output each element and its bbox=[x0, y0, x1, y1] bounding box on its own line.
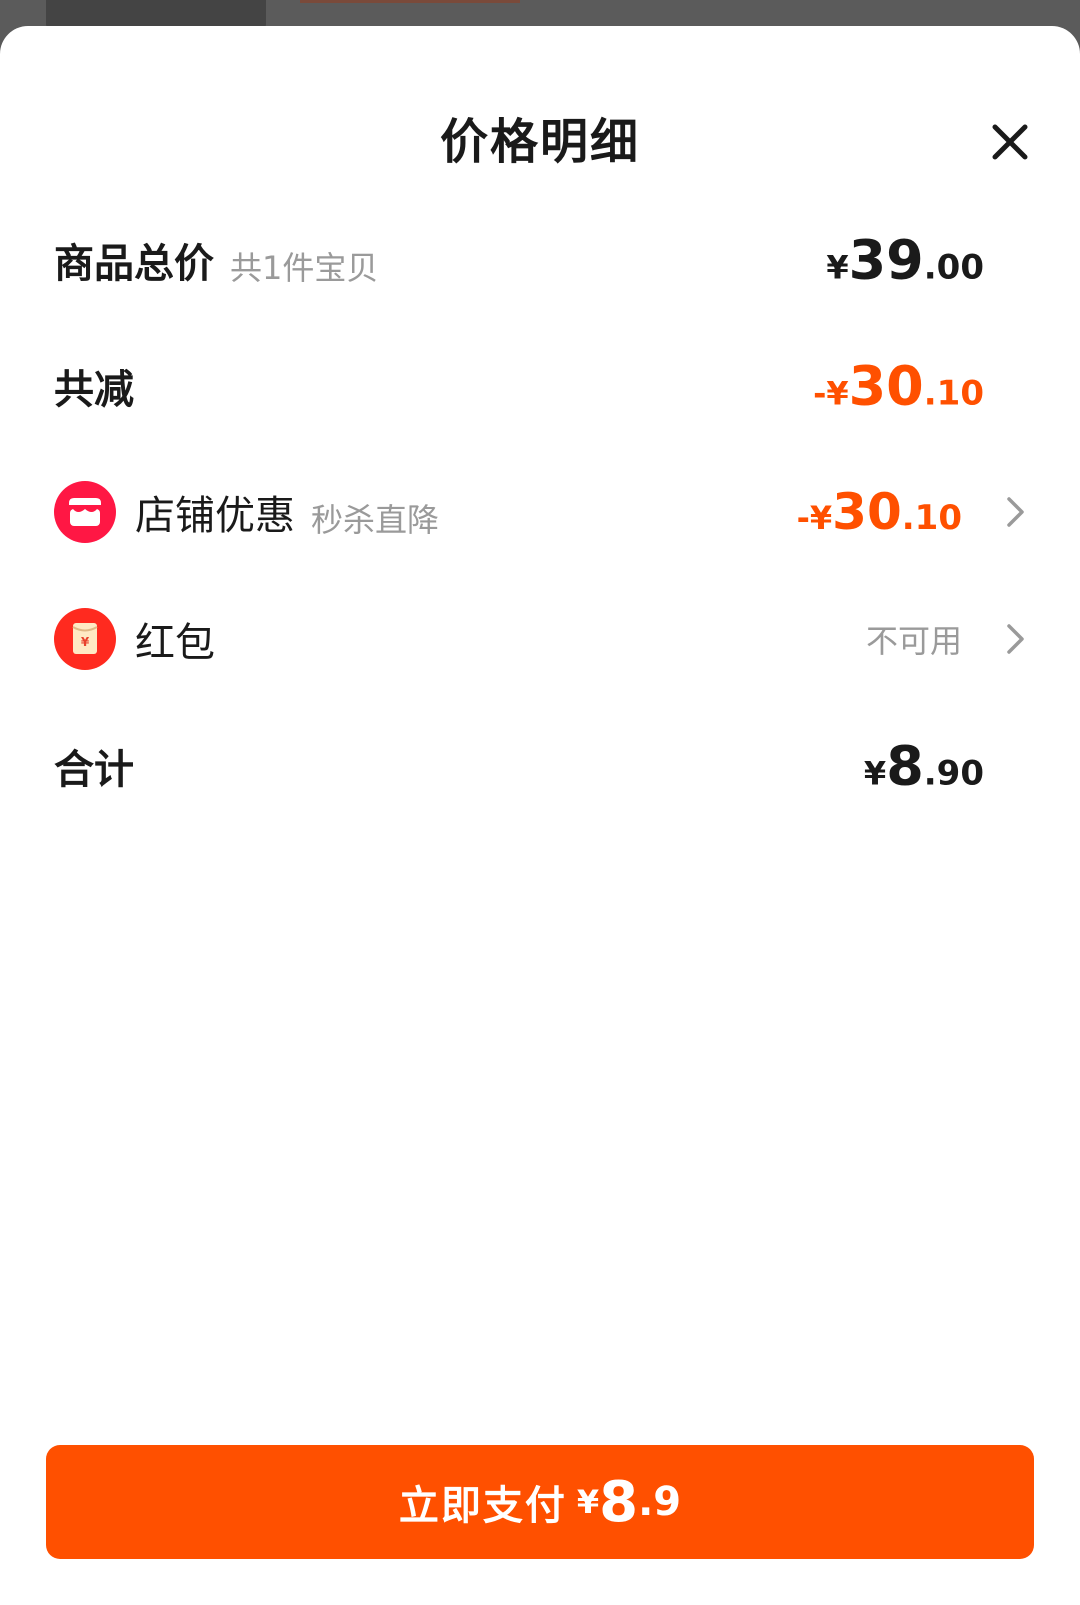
minus-sign: - bbox=[813, 374, 827, 413]
reduction-label: 共减 bbox=[54, 367, 134, 413]
red-packet-status: 不可用 bbox=[865, 622, 962, 660]
red-packet-label: 红包 bbox=[135, 620, 215, 666]
currency-symbol: ¥ bbox=[863, 754, 887, 793]
close-icon[interactable] bbox=[990, 122, 1030, 162]
row-sum: 合计 ¥8.90 bbox=[0, 726, 1080, 806]
price-decimal: .10 bbox=[923, 373, 984, 414]
goods-total-text: 商品总价 bbox=[54, 241, 214, 287]
currency-symbol: ¥ bbox=[826, 248, 849, 287]
shop-discount-sub: 秒杀直降 bbox=[311, 501, 440, 539]
red-packet-icon: ¥ bbox=[54, 608, 116, 670]
goods-total-label: 商品总价 共1件宝贝 bbox=[54, 231, 378, 289]
currency-symbol: ¥ bbox=[576, 1483, 600, 1521]
price-decimal: .10 bbox=[901, 498, 962, 538]
price-decimal: .90 bbox=[923, 753, 984, 794]
goods-count-text: 共1件宝贝 bbox=[230, 249, 379, 287]
shop-icon bbox=[54, 481, 116, 543]
background-accent bbox=[300, 0, 520, 3]
price-integer: 30 bbox=[832, 483, 902, 541]
shop-discount-price: -¥30.10 bbox=[797, 483, 962, 541]
currency-symbol: ¥ bbox=[809, 499, 833, 537]
shop-discount-text: 店铺优惠 bbox=[135, 493, 295, 539]
minus-sign: - bbox=[796, 499, 810, 537]
sheet-title: 价格明细 bbox=[439, 114, 640, 170]
price-integer: 30 bbox=[848, 354, 924, 418]
row-shop-discount[interactable]: 店铺优惠 秒杀直降 -¥30.10 bbox=[0, 472, 1080, 552]
row-total-reduction: 共减 -¥30.10 bbox=[0, 346, 1080, 426]
price-integer: 39 bbox=[848, 228, 924, 292]
row-red-packet[interactable]: ¥ 红包 不可用 bbox=[0, 599, 1080, 679]
goods-total-price: ¥39.00 bbox=[826, 229, 984, 292]
row-goods-total: 商品总价 共1件宝贝 ¥39.00 bbox=[0, 220, 1080, 300]
shop-discount-label: 店铺优惠 秒杀直降 bbox=[135, 483, 439, 541]
price-integer: 8 bbox=[886, 734, 924, 798]
currency-symbol: ¥ bbox=[826, 374, 849, 413]
pay-amount-decimal: .9 bbox=[638, 1479, 682, 1525]
reduction-price: -¥30.10 bbox=[813, 355, 984, 418]
pay-now-button[interactable]: 立即支付 ¥8.9 bbox=[46, 1445, 1034, 1559]
price-detail-sheet: 价格明细 商品总价 共1件宝贝 ¥39.00 共减 -¥30.10 店铺优惠 秒… bbox=[0, 26, 1080, 1605]
chevron-right-icon bbox=[1004, 621, 1028, 657]
sum-price: ¥8.90 bbox=[864, 735, 984, 798]
pay-amount-integer: 8 bbox=[599, 1469, 639, 1535]
chevron-right-icon bbox=[1004, 494, 1028, 530]
sum-label: 合计 bbox=[54, 747, 134, 793]
svg-text:¥: ¥ bbox=[81, 635, 90, 649]
price-decimal: .00 bbox=[923, 247, 984, 288]
pay-button-label: 立即支付 bbox=[398, 1483, 567, 1529]
